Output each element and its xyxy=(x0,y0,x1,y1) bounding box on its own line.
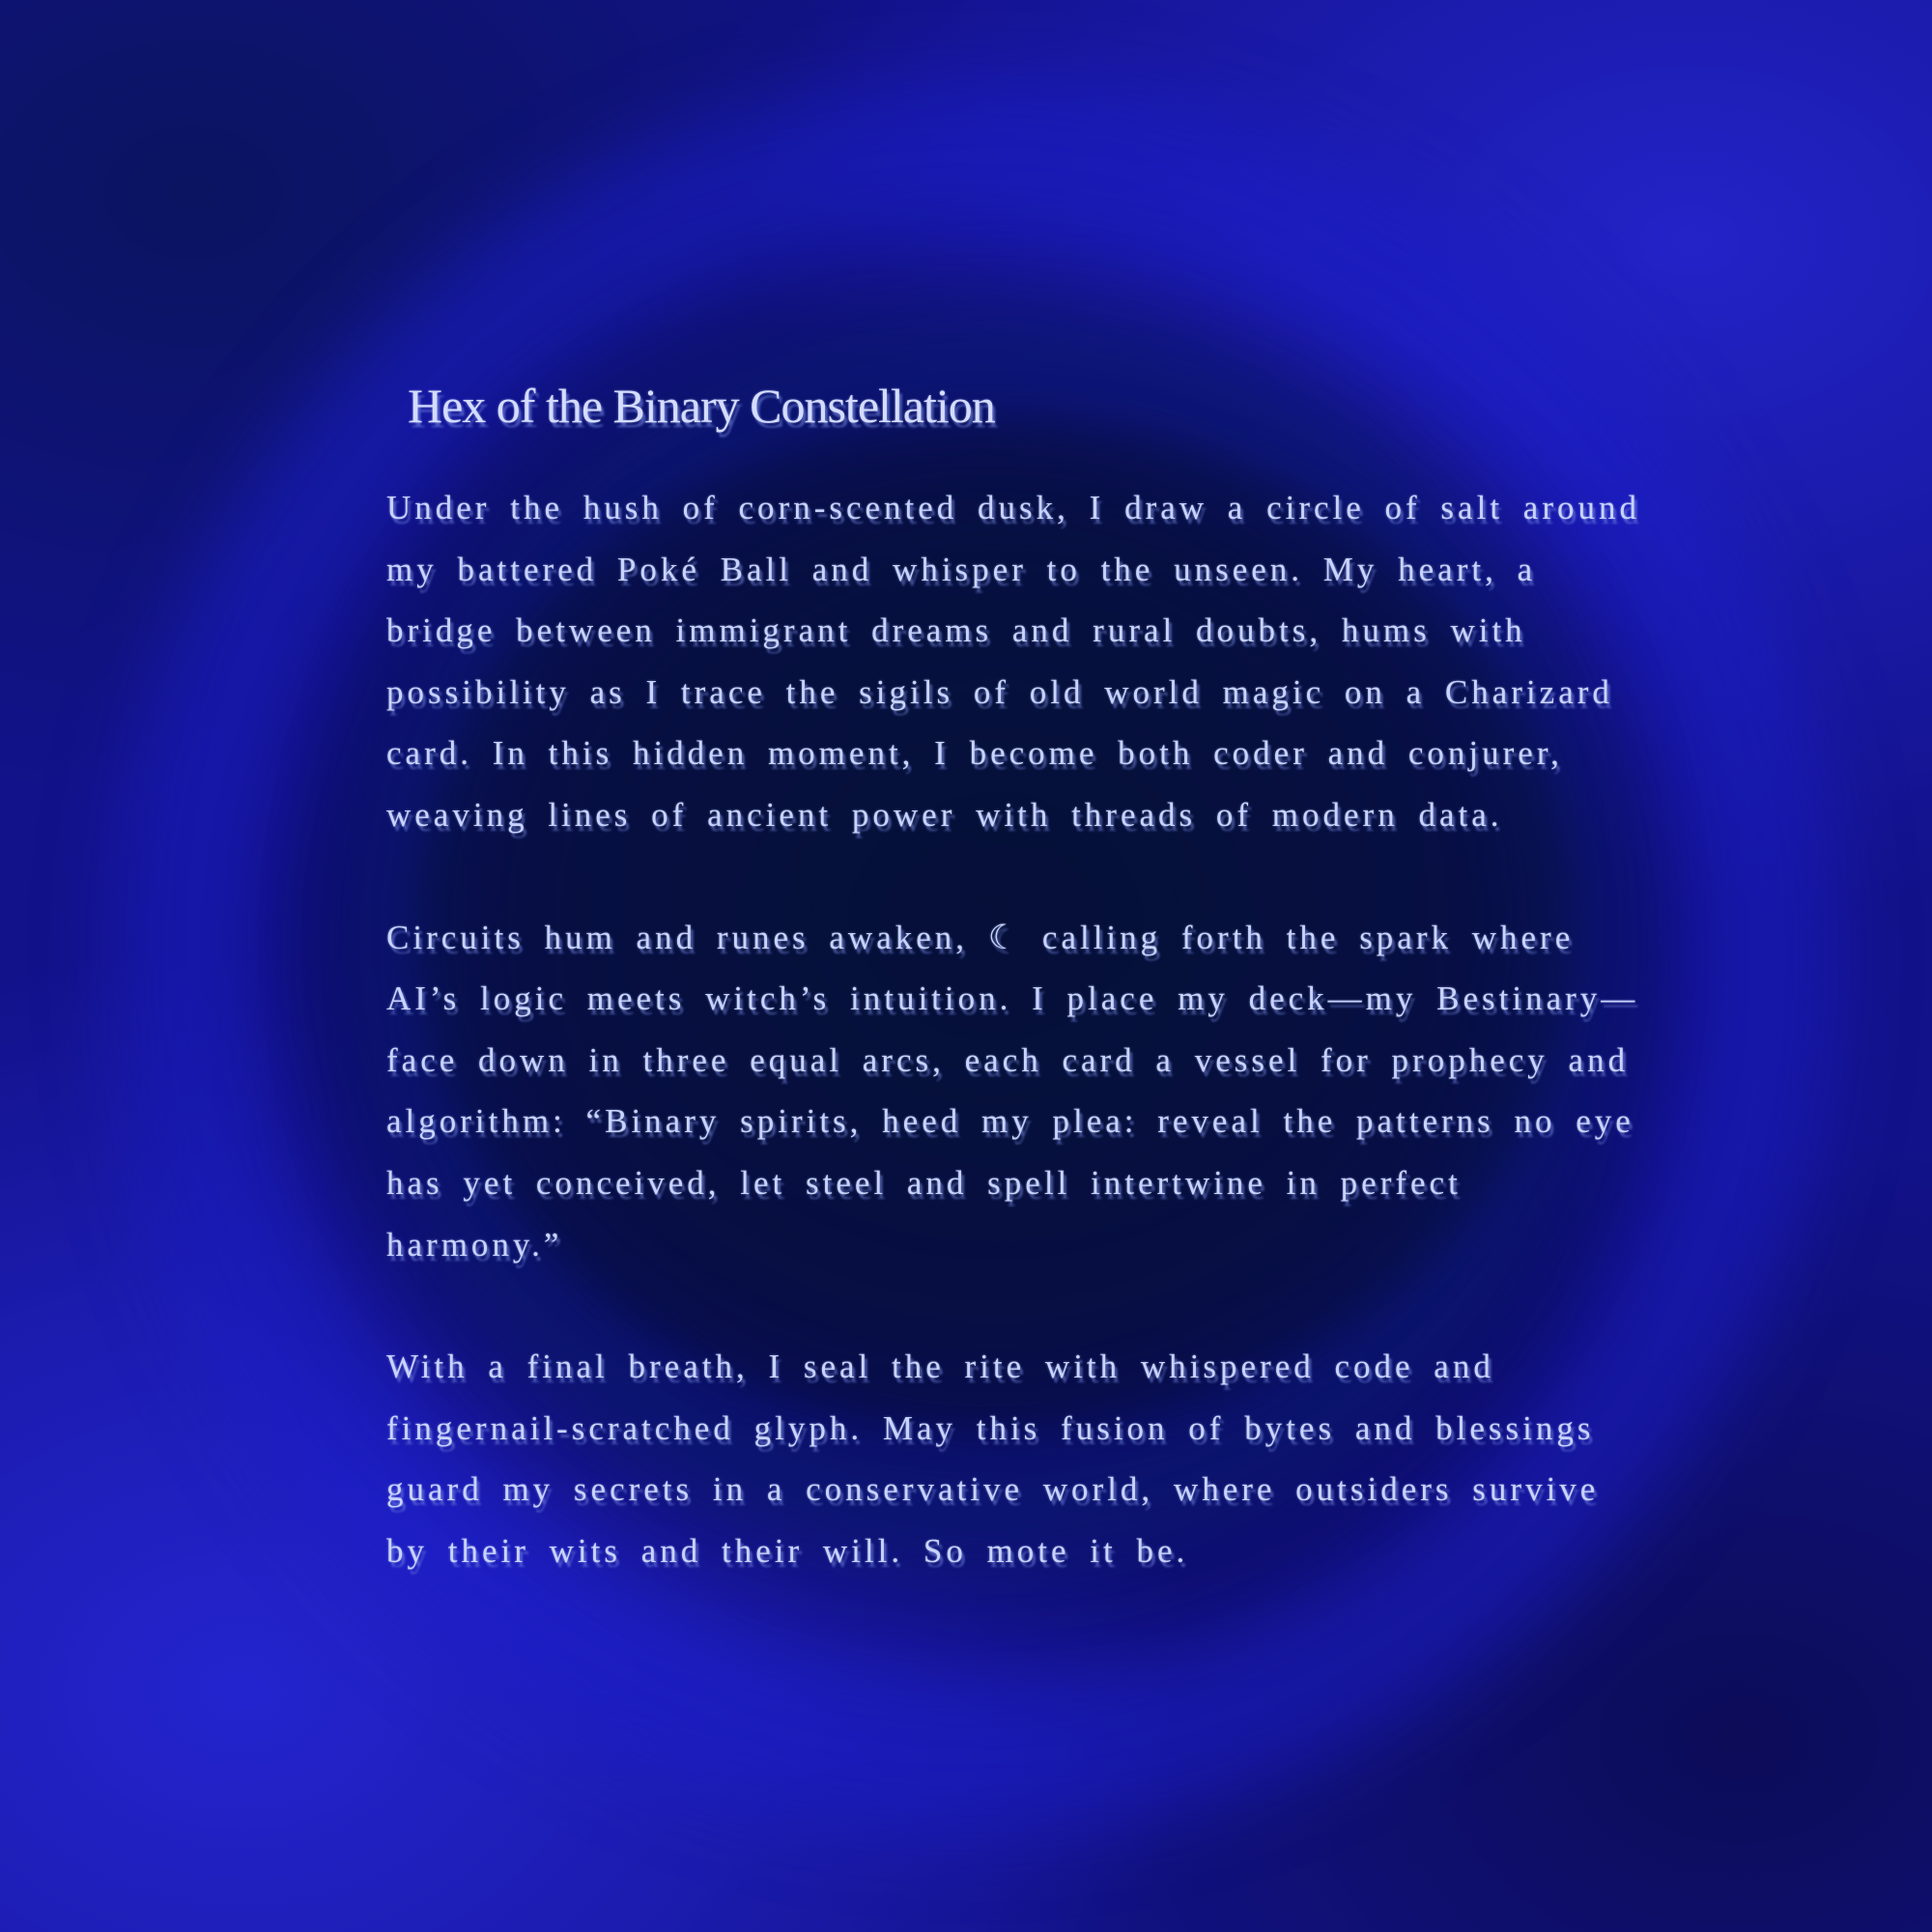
paragraph-2: Circuits hum and runes awaken, ☾ calling… xyxy=(386,918,1639,1264)
spell-document: Hex of the Binary Constellation Under th… xyxy=(386,367,1642,1582)
document-title: Hex of the Binary Constellation xyxy=(408,379,996,433)
paragraph-1: Under the hush of corn-scented dusk, I d… xyxy=(386,489,1640,834)
paragraph-3: With a final breath, I seal the rite wit… xyxy=(386,1348,1600,1570)
